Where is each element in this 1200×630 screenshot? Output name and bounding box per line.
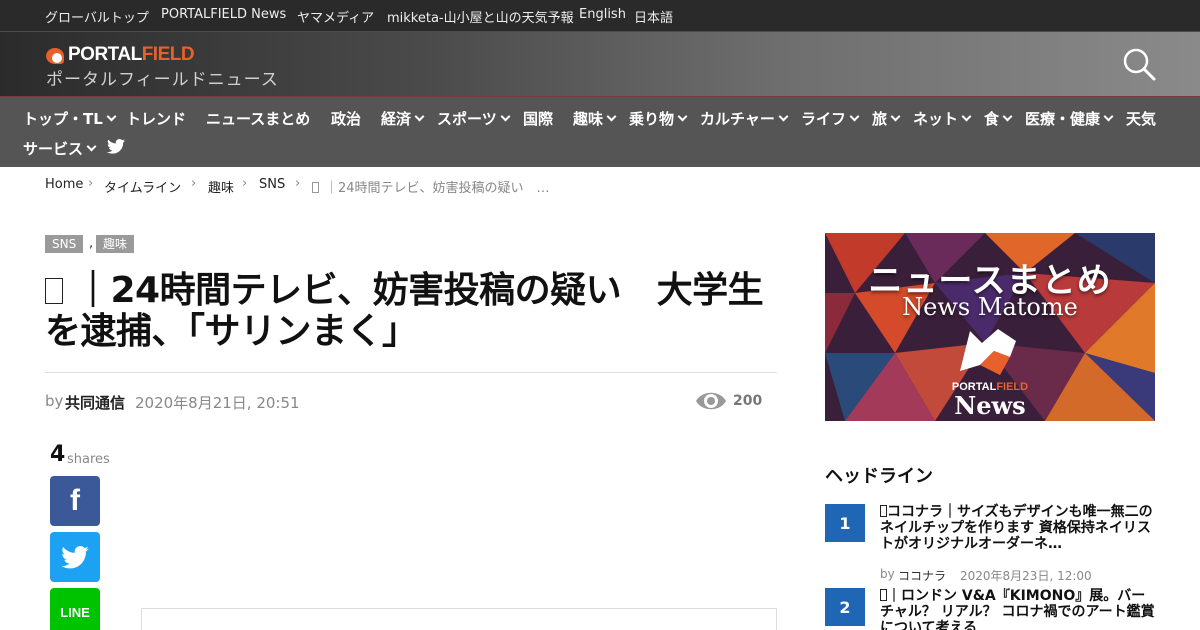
author-link[interactable]: 共同通信 — [65, 392, 125, 413]
breadcrumb-separator: › — [295, 176, 301, 191]
breadcrumb-separator: › — [88, 176, 94, 191]
topbar-link-yama-media[interactable]: ヤマメディア — [297, 7, 374, 26]
topbar-link-global-top[interactable]: グローバルトップ — [45, 7, 149, 26]
nav-item-vehicles[interactable]: 乗り物 — [629, 108, 688, 129]
share-count-label: shares — [67, 452, 110, 467]
breadcrumb-separator: › — [242, 176, 248, 191]
nav-item-hobby[interactable]: 趣味 — [573, 108, 617, 129]
nav-item-life[interactable]: ライフ — [801, 108, 860, 129]
divider — [45, 372, 777, 373]
headline-link[interactable]: ココナラ｜サイズもデザインも唯一無二のネイルチップを作ります 資格保持ネイリスト… — [880, 504, 1155, 552]
nav-item-medical-health[interactable]: 医療・健康 — [1025, 108, 1114, 129]
chevron-down-icon — [677, 111, 688, 122]
chevron-down-icon — [890, 111, 901, 122]
topbar-link-mikketa[interactable]: mikketa-山小屋と山の天気予報 — [387, 7, 574, 26]
banner-subtitle: News Matome — [902, 293, 1078, 321]
nav-item-economy[interactable]: 経済 — [381, 108, 425, 129]
chevron-down-icon — [1002, 111, 1013, 122]
banner-news-text: News — [954, 391, 1026, 420]
topbar-link-portalfield-news[interactable]: PORTALFIELD News — [161, 7, 286, 22]
tag-sns[interactable]: SNS — [45, 235, 84, 253]
nav-item-politics[interactable]: 政治 — [331, 108, 361, 129]
headline-heading: ヘッドライン — [825, 466, 933, 487]
site-tagline: ポータルフィールドニュース — [46, 70, 279, 90]
nav-item-top-tl[interactable]: トップ・TL — [23, 108, 117, 129]
nav-item-services[interactable]: サービス — [23, 138, 97, 159]
news-matome-banner[interactable]: ニュースまとめ News Matome PORTALFIELD News — [825, 233, 1155, 421]
site-logo[interactable]: PORTALFIELD — [46, 44, 195, 66]
logo-wordmark: PORTALFIELD — [68, 44, 195, 65]
rank-badge: 2 — [825, 588, 865, 626]
topbar-link-english[interactable]: English — [579, 7, 626, 22]
chevron-down-icon — [1103, 111, 1114, 122]
search-icon[interactable] — [1122, 47, 1156, 81]
chevron-down-icon — [778, 111, 789, 122]
line-share-button[interactable]: LINE — [50, 588, 100, 630]
headline-date: 2020年8月23日, 12:00 — [960, 569, 1092, 583]
main-nav: トップ・TL トレンド ニュースまとめ 政治 経済 スポーツ 国際 趣味 乗り物… — [0, 97, 1200, 167]
chevron-down-icon — [86, 141, 97, 152]
nav-item-food[interactable]: 食 — [984, 108, 1013, 129]
breadcrumb-sns[interactable]: SNS — [259, 177, 285, 192]
headline-source-link[interactable]: ココナラ — [898, 567, 946, 584]
article-title: ｜24時間テレビ、妨害投稿の疑い 大学生を逮捕、「サリンまく」 — [45, 270, 764, 352]
topbar-link-japanese[interactable]: 日本語 — [634, 7, 673, 26]
rank-badge: 1 — [825, 504, 865, 542]
publish-date: 2020年8月21日, 20:51 — [135, 394, 300, 412]
headline-link[interactable]: ｜ロンドン V&A『KIMONO』展。バーチャル？ リアル？ コロナ禍でのアート… — [880, 588, 1155, 630]
nav-item-net[interactable]: ネット — [913, 108, 972, 129]
embedded-content-frame — [141, 608, 777, 630]
eye-icon — [696, 392, 726, 410]
headline-byline-label: by — [880, 567, 895, 581]
breadcrumb-separator: › — [191, 176, 197, 191]
nav-item-news-matome[interactable]: ニュースまとめ — [206, 108, 310, 129]
line-icon: LINE — [60, 605, 90, 620]
top-utility-bar: グローバルトップ PORTALFIELD News ヤマメディア mikketa… — [0, 0, 1200, 31]
breadcrumb-current: ｜24時間テレビ、妨害投稿の疑い … — [312, 177, 550, 196]
facebook-share-button[interactable]: f — [50, 476, 100, 526]
twitter-share-button[interactable] — [50, 532, 100, 582]
share-count: 4 — [50, 442, 66, 467]
byline-label: by — [45, 392, 64, 410]
chevron-down-icon — [106, 111, 117, 122]
breadcrumb-home[interactable]: Home — [45, 177, 83, 192]
twitter-icon[interactable] — [107, 139, 125, 154]
chevron-down-icon — [500, 111, 511, 122]
breadcrumb-hobby[interactable]: 趣味 — [208, 177, 234, 196]
nav-item-sports[interactable]: スポーツ — [437, 108, 511, 129]
fox-logo-icon — [46, 46, 66, 64]
chevron-down-icon — [414, 111, 425, 122]
nav-item-international[interactable]: 国際 — [523, 108, 553, 129]
twitter-icon — [61, 545, 89, 568]
chevron-down-icon — [961, 111, 972, 122]
nav-item-trend[interactable]: トレンド — [126, 108, 186, 129]
chevron-down-icon — [606, 111, 617, 122]
tag-hobby[interactable]: 趣味 — [96, 235, 135, 253]
missing-glyph-icon — [45, 278, 63, 304]
chevron-down-icon — [849, 111, 860, 122]
site-header: PORTALFIELD ポータルフィールドニュース — [0, 31, 1200, 97]
nav-item-weather[interactable]: 天気 — [1126, 108, 1156, 129]
nav-item-travel[interactable]: 旅 — [872, 108, 901, 129]
nav-item-culture[interactable]: カルチャー — [700, 108, 789, 129]
view-count: 200 — [733, 393, 763, 409]
breadcrumb-timeline[interactable]: タイムライン — [104, 177, 181, 196]
facebook-icon: f — [70, 484, 80, 517]
tag-separator: , — [89, 236, 94, 251]
fox-logo-icon — [960, 329, 1016, 375]
